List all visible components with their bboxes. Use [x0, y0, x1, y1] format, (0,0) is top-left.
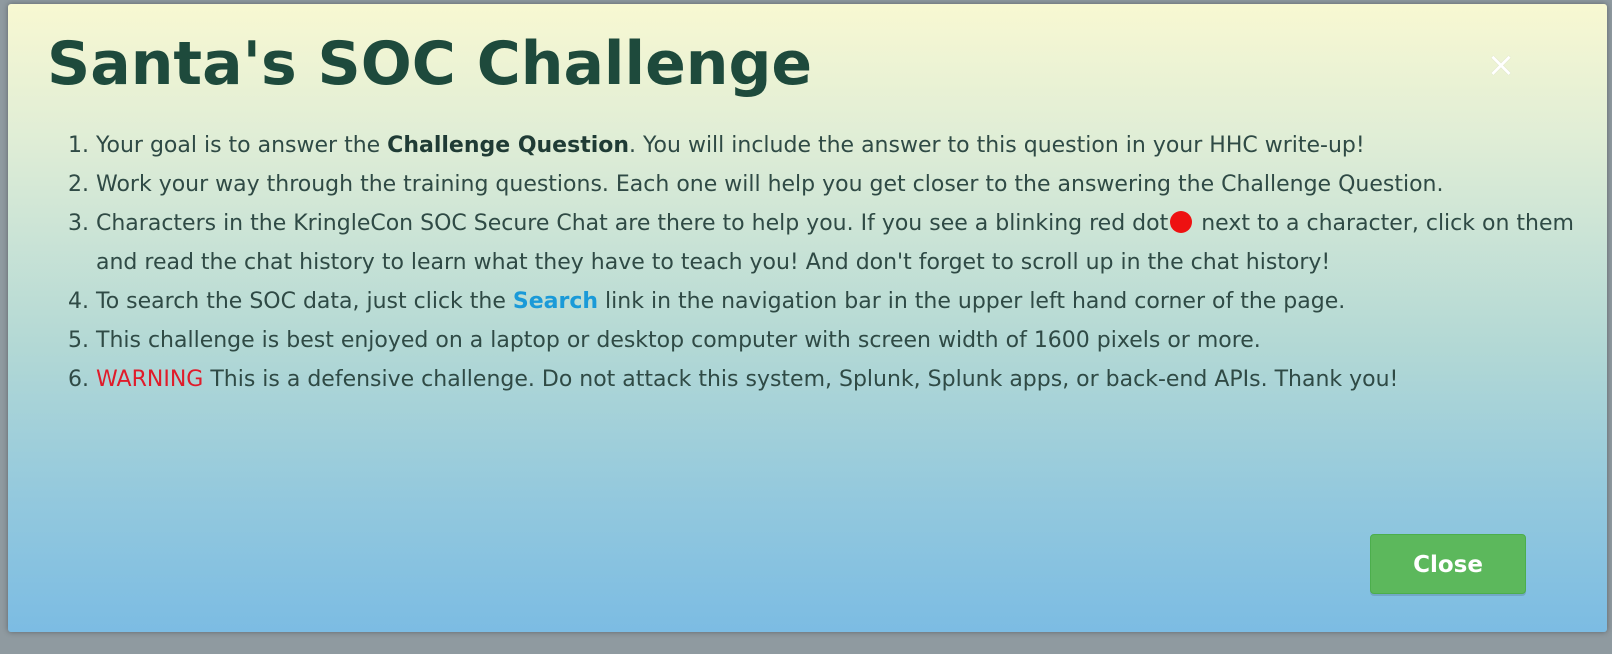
red-dot-icon: [1170, 211, 1193, 233]
close-button[interactable]: Close: [1370, 534, 1526, 594]
instruction-text: Work your way through the training quest…: [96, 172, 1444, 197]
instruction-text: To search the SOC data, just click the: [96, 289, 513, 314]
instruction-text: This challenge is best enjoyed on a lapt…: [96, 328, 1261, 353]
instruction-item-2: Work your way through the training quest…: [96, 165, 1612, 204]
instruction-text: link in the navigation bar in the upper …: [598, 289, 1346, 314]
instruction-text: Your goal is to answer the: [96, 133, 388, 158]
modal-title: Santa's SOC Challenge: [47, 29, 813, 99]
warning-label: WARNING: [96, 367, 204, 392]
instruction-item-1: Your goal is to answer the Challenge Que…: [96, 126, 1612, 165]
instruction-item-4: To search the SOC data, just click the S…: [96, 282, 1612, 321]
instructions-list: Your goal is to answer the Challenge Que…: [66, 126, 1612, 399]
instruction-item-5: This challenge is best enjoyed on a lapt…: [96, 321, 1612, 360]
instruction-text: Characters in the KringleCon SOC Secure …: [96, 211, 1169, 236]
search-link[interactable]: Search: [513, 289, 598, 314]
instruction-text: This is a defensive challenge. Do not at…: [203, 367, 1399, 392]
close-icon[interactable]: ×: [1484, 48, 1518, 82]
challenge-question-emphasis: Challenge Question: [387, 133, 630, 158]
instruction-text: . You will include the answer to this qu…: [629, 133, 1365, 158]
challenge-modal: Santa's SOC Challenge × Your goal is to …: [8, 4, 1607, 632]
instruction-item-6: WARNING This is a defensive challenge. D…: [96, 360, 1612, 399]
instruction-item-3: Characters in the KringleCon SOC Secure …: [96, 204, 1612, 282]
